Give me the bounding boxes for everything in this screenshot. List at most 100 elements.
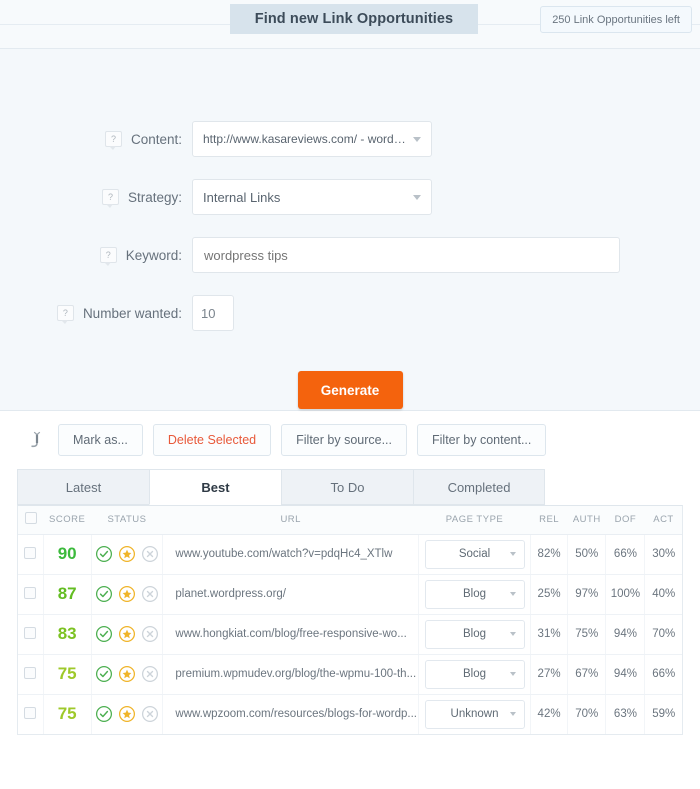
- table-row[interactable]: 90 www.youtube.com/watch?v=pdqHc4_XTlw Soc…: [18, 534, 682, 574]
- x-circle-icon[interactable]: [141, 665, 159, 683]
- check-circle-icon[interactable]: [95, 585, 113, 603]
- table-row[interactable]: 87planet.wordpress.org/Blog25%97%100%40%: [18, 574, 682, 614]
- url-cell[interactable]: premium.wpmudev.org/blog/the-wpmu-100-th…: [163, 654, 419, 694]
- header-rel[interactable]: REL: [531, 506, 568, 534]
- page-type-cell: Blog: [419, 574, 531, 614]
- page-type-select[interactable]: Blog: [425, 660, 525, 689]
- curved-arrow-icon[interactable]: [24, 430, 42, 450]
- header-page-type[interactable]: PAGE TYPE: [419, 506, 531, 534]
- filter-by-source-button[interactable]: Filter by source...: [281, 424, 407, 456]
- page-type-select[interactable]: Blog: [425, 580, 525, 609]
- page-type-value: Blog: [463, 588, 486, 600]
- status-cell: [91, 534, 163, 574]
- status-cell: [91, 614, 163, 654]
- content-select[interactable]: http://www.kasareviews.com/ - wordpress …: [192, 121, 432, 157]
- star-circle-icon[interactable]: [118, 585, 136, 603]
- page-type-cell: Social: [419, 534, 531, 574]
- keyword-input[interactable]: [192, 237, 620, 273]
- generate-button[interactable]: Generate: [298, 371, 403, 409]
- row-select-cell: [18, 574, 43, 614]
- generator-form-panel: ? Content: http://www.kasareviews.com/ -…: [0, 49, 700, 411]
- row-select-cell: [18, 534, 43, 574]
- x-circle-icon[interactable]: [141, 585, 159, 603]
- number-wanted-input[interactable]: [192, 295, 234, 331]
- mark-as-button[interactable]: Mark as...: [58, 424, 143, 456]
- star-circle-icon[interactable]: [118, 545, 136, 563]
- check-circle-icon[interactable]: [95, 545, 113, 563]
- row-select-cell: [18, 654, 43, 694]
- check-circle-icon[interactable]: [95, 705, 113, 723]
- help-icon[interactable]: ?: [105, 131, 122, 147]
- page-type-select[interactable]: Social: [425, 540, 525, 569]
- auth-cell: 67%: [568, 654, 606, 694]
- url-cell[interactable]: www.youtube.com/watch?v=pdqHc4_XTlw: [163, 534, 419, 574]
- content-label: Content:: [131, 132, 182, 147]
- help-icon[interactable]: ?: [100, 247, 117, 263]
- score-cell: 75: [43, 694, 91, 734]
- page-type-select[interactable]: Unknown: [425, 700, 525, 729]
- strategy-select[interactable]: Internal Links: [192, 179, 432, 215]
- url-cell[interactable]: www.hongkiat.com/blog/free-responsive-wo…: [163, 614, 419, 654]
- page-type-value: Blog: [463, 668, 486, 680]
- page-type-value: Social: [459, 548, 490, 560]
- help-icon[interactable]: ?: [102, 189, 119, 205]
- rel-cell: 42%: [531, 694, 568, 734]
- x-circle-icon[interactable]: [141, 705, 159, 723]
- check-circle-icon[interactable]: [95, 665, 113, 683]
- row-checkbox[interactable]: [24, 707, 36, 719]
- results-toolbar: Mark as... Delete Selected Filter by sou…: [0, 411, 700, 469]
- star-circle-icon[interactable]: [118, 625, 136, 643]
- url-cell[interactable]: www.wpzoom.com/resources/blogs-for-wordp…: [163, 694, 419, 734]
- status-icons: [93, 625, 162, 643]
- header-dof[interactable]: DOF: [606, 506, 645, 534]
- score-value: 83: [58, 624, 77, 643]
- row-select-cell: [18, 694, 43, 734]
- tab-todo[interactable]: To Do: [281, 469, 413, 505]
- score-value: 90: [58, 544, 77, 563]
- tab-completed[interactable]: Completed: [413, 469, 545, 505]
- header-status[interactable]: STATUS: [91, 506, 163, 534]
- content-select-value: http://www.kasareviews.com/ - wordpress …: [203, 132, 408, 146]
- header-auth[interactable]: AUTH: [568, 506, 606, 534]
- select-all-checkbox[interactable]: [25, 512, 37, 524]
- tab-best[interactable]: Best: [149, 469, 281, 505]
- act-cell: 70%: [645, 614, 682, 654]
- row-checkbox[interactable]: [24, 547, 36, 559]
- tab-latest[interactable]: Latest: [17, 469, 149, 505]
- number-wanted-label-wrap: ? Number wanted:: [0, 305, 192, 321]
- check-circle-icon[interactable]: [95, 625, 113, 643]
- act-cell: 66%: [645, 654, 682, 694]
- url-cell[interactable]: planet.wordpress.org/: [163, 574, 419, 614]
- dof-cell: 94%: [606, 614, 645, 654]
- status-cell: [91, 694, 163, 734]
- table-head: SCORE STATUS URL PAGE TYPE REL AUTH DOF …: [18, 506, 682, 534]
- form-row-strategy: ? Strategy: Internal Links: [0, 179, 700, 215]
- table-header-row: SCORE STATUS URL PAGE TYPE REL AUTH DOF …: [18, 506, 682, 534]
- page-type-cell: Blog: [419, 614, 531, 654]
- delete-selected-button[interactable]: Delete Selected: [153, 424, 271, 456]
- page-title-tab[interactable]: Find new Link Opportunities: [230, 4, 478, 34]
- help-icon[interactable]: ?: [57, 305, 74, 321]
- score-cell: 87: [43, 574, 91, 614]
- star-circle-icon[interactable]: [118, 665, 136, 683]
- row-checkbox[interactable]: [24, 667, 36, 679]
- form-row-content: ? Content: http://www.kasareviews.com/ -…: [0, 121, 700, 157]
- table-row[interactable]: 83 www.hongkiat.com/blog/free-responsive-…: [18, 614, 682, 654]
- status-cell: [91, 654, 163, 694]
- page-type-select[interactable]: Blog: [425, 620, 525, 649]
- row-checkbox[interactable]: [24, 627, 36, 639]
- table-row[interactable]: 75premium.wpmudev.org/blog/the-wpmu-100-…: [18, 654, 682, 694]
- row-checkbox[interactable]: [24, 587, 36, 599]
- header-act[interactable]: ACT: [645, 506, 682, 534]
- chevron-down-icon: [510, 552, 516, 556]
- star-circle-icon[interactable]: [118, 705, 136, 723]
- x-circle-icon[interactable]: [141, 545, 159, 563]
- header-score[interactable]: SCORE: [43, 506, 91, 534]
- act-cell: 30%: [645, 534, 682, 574]
- page-type-value: Unknown: [451, 708, 499, 720]
- filter-by-content-button[interactable]: Filter by content...: [417, 424, 546, 456]
- header-url[interactable]: URL: [163, 506, 419, 534]
- x-circle-icon[interactable]: [141, 625, 159, 643]
- chevron-down-icon: [510, 592, 516, 596]
- table-row[interactable]: 75 www.wpzoom.com/resources/blogs-for-wor…: [18, 694, 682, 734]
